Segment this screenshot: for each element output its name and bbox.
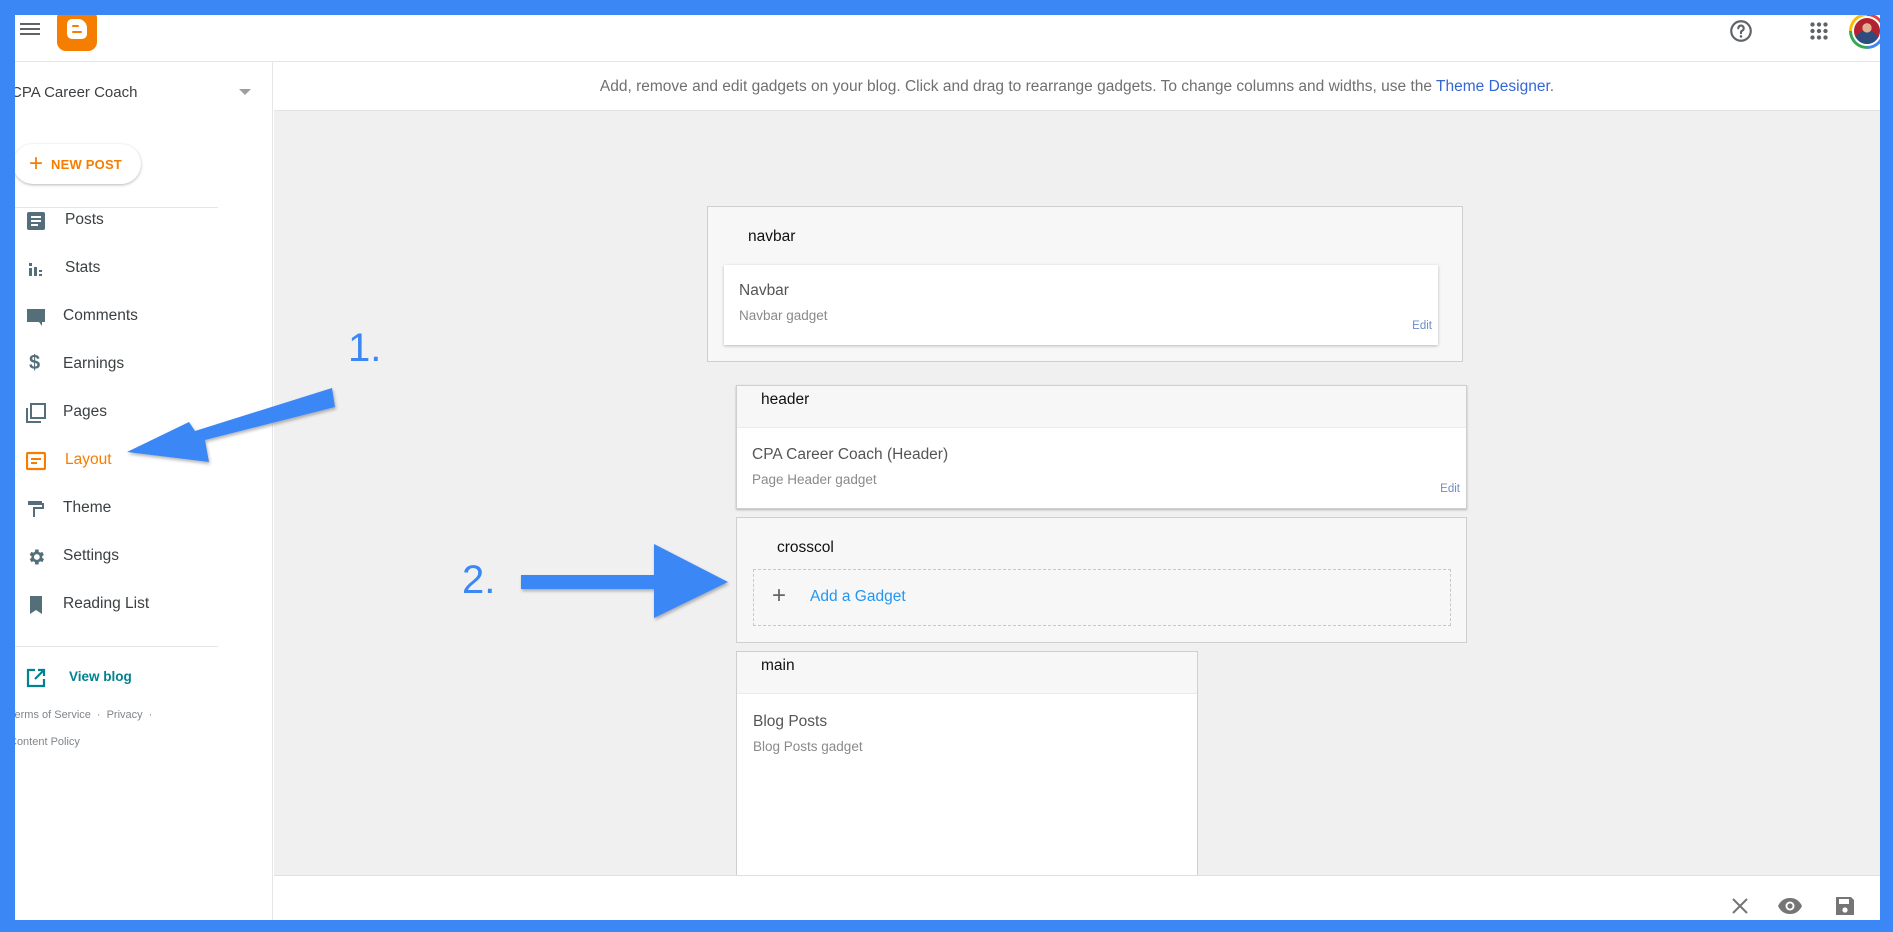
sidebar-item-label: Settings — [63, 547, 120, 564]
terms-link[interactable]: Terms of Service — [15, 709, 91, 721]
chevron-down-icon — [239, 89, 251, 95]
blog-selector[interactable]: CPA Career Coach — [15, 78, 251, 106]
gadget-subtitle: Page Header gadget — [752, 472, 877, 487]
sidebar-item-layout[interactable]: Layout — [15, 440, 255, 480]
edit-link[interactable]: Edit — [1440, 483, 1460, 495]
sidebar-item-settings[interactable]: Settings — [15, 536, 255, 576]
sidebar: CPA Career Coach + NEW POST Posts Stats … — [15, 62, 273, 920]
add-gadget-button[interactable]: + Add a Gadget — [753, 569, 1451, 626]
sidebar-item-label: Earnings — [63, 355, 125, 372]
top-app-bar — [15, 15, 1880, 62]
help-circle-icon[interactable] — [1728, 18, 1754, 44]
blog-name: CPA Career Coach — [15, 83, 138, 101]
sidebar-item-comments[interactable]: Comments — [15, 296, 255, 336]
gadget-subtitle: Blog Posts gadget — [753, 739, 863, 754]
blogger-logo[interactable] — [57, 15, 97, 51]
section-main: main Blog Posts Blog Posts gadget — [736, 651, 1198, 893]
eye-icon[interactable] — [1777, 895, 1803, 917]
view-blog-label: View blog — [69, 669, 132, 684]
gadget-header[interactable]: CPA Career Coach (Header) Page Header ga… — [737, 427, 1466, 508]
gadget-title: Blog Posts — [753, 713, 828, 730]
edit-link[interactable]: Edit — [1412, 320, 1432, 332]
banner-suffix: . — [1549, 78, 1555, 95]
sidebar-item-stats[interactable]: Stats — [15, 248, 255, 288]
apps-grid-icon[interactable] — [1806, 18, 1832, 44]
blogger-window: CPA Career Coach + NEW POST Posts Stats … — [15, 15, 1880, 920]
sidebar-item-label: Theme — [63, 499, 112, 516]
sidebar-item-label: Comments — [63, 307, 138, 324]
sidebar-item-label: Posts — [65, 211, 104, 228]
sidebar-item-theme[interactable]: Theme — [15, 488, 255, 528]
gadget-blog-posts[interactable]: Blog Posts Blog Posts gadget — [737, 693, 1197, 893]
plus-icon: + — [29, 150, 44, 177]
section-title: main — [761, 657, 795, 674]
divider — [15, 646, 218, 647]
posts-icon — [27, 212, 45, 230]
stats-icon — [29, 263, 42, 276]
footer-links: Terms of Service · Privacy · Content Policy — [15, 702, 209, 756]
gadget-title: Navbar — [739, 282, 789, 299]
view-blog-link[interactable]: View blog — [15, 662, 255, 694]
account-avatar[interactable] — [1849, 15, 1880, 49]
section-title: navbar — [748, 228, 796, 245]
bottom-action-bar — [274, 875, 1880, 920]
external-link-icon — [26, 668, 46, 688]
section-title: header — [761, 391, 810, 408]
section-header: header CPA Career Coach (Header) Page He… — [736, 385, 1467, 509]
section-title: crosscol — [777, 539, 834, 556]
content-policy-link[interactable]: Content Policy — [15, 736, 80, 748]
hamburger-menu-icon[interactable] — [20, 21, 40, 37]
info-banner: Add, remove and edit gadgets on your blo… — [274, 62, 1880, 111]
new-post-label: NEW POST — [51, 156, 122, 172]
sidebar-item-pages[interactable]: Pages — [15, 392, 255, 432]
sidebar-item-label: Stats — [65, 259, 101, 276]
pages-icon — [26, 403, 46, 423]
theme-designer-link[interactable]: Theme Designer — [1436, 78, 1550, 95]
close-icon[interactable] — [1729, 895, 1751, 917]
sidebar-item-label: Reading List — [63, 595, 150, 612]
annotation-step-2: 2. — [462, 558, 496, 602]
sidebar-item-posts[interactable]: Posts — [15, 200, 255, 240]
plus-icon: + — [772, 582, 787, 609]
gadget-subtitle: Navbar gadget — [739, 308, 828, 323]
add-gadget-label: Add a Gadget — [810, 588, 906, 605]
comments-icon — [27, 309, 45, 326]
layout-icon — [26, 451, 46, 471]
layout-editor: Add, remove and edit gadgets on your blo… — [274, 62, 1880, 920]
gadget-navbar[interactable]: Navbar Navbar gadget Edit — [724, 265, 1438, 345]
sidebar-item-label: Layout — [65, 451, 112, 468]
separator: · — [148, 709, 153, 721]
sidebar-item-reading-list[interactable]: Reading List — [15, 584, 255, 624]
privacy-link[interactable]: Privacy — [107, 709, 143, 721]
sidebar-item-label: Pages — [63, 403, 107, 420]
annotation-step-1: 1. — [348, 326, 382, 370]
sidebar-item-earnings[interactable]: $ Earnings — [15, 344, 255, 384]
banner-text: Add, remove and edit gadgets on your blo… — [599, 78, 1437, 95]
section-crosscol: crosscol + Add a Gadget — [736, 517, 1467, 643]
separator: · — [96, 709, 101, 721]
section-navbar: navbar Navbar Navbar gadget Edit — [707, 206, 1463, 362]
gadget-title: CPA Career Coach (Header) — [752, 446, 949, 463]
new-post-button[interactable]: + NEW POST — [15, 144, 141, 184]
gear-icon — [29, 549, 44, 565]
save-icon[interactable] — [1834, 895, 1856, 917]
dollar-icon: $ — [29, 352, 41, 374]
bookmark-icon — [30, 596, 42, 614]
paint-roller-icon — [28, 501, 44, 517]
